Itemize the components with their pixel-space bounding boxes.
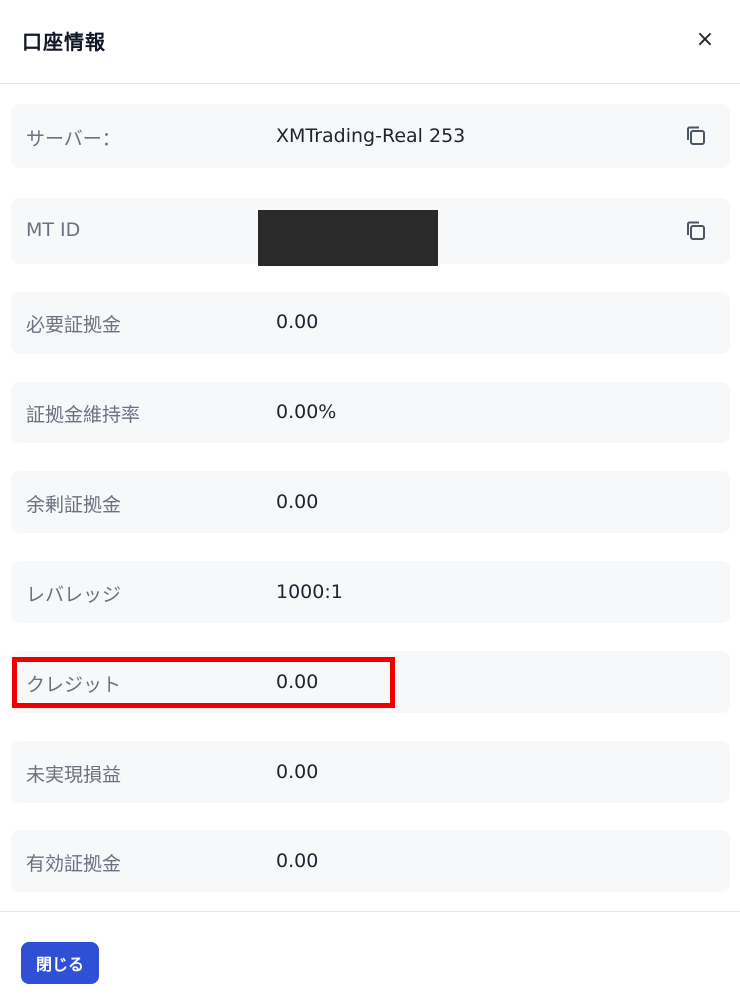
close-button[interactable]: 閉じる (21, 942, 99, 984)
modal-footer: 閉じる (0, 911, 740, 1004)
info-row-margin-level: 証拠金維持率 0.00% (11, 382, 730, 443)
modal-title: 口座情報 (22, 30, 106, 54)
row-value: 1000:1 (276, 581, 343, 603)
row-label: 必要証拠金 (26, 314, 122, 336)
highlight-annotation (12, 657, 395, 708)
info-row-server: サーバー： XMTrading-Real 253 (11, 104, 730, 168)
copy-icon[interactable] (683, 123, 709, 149)
row-label: MT ID (26, 219, 81, 241)
row-label: 証拠金維持率 (26, 404, 141, 426)
close-icon[interactable]: × (690, 24, 720, 54)
row-label: 余剰証拠金 (26, 494, 122, 516)
info-row-equity: 有効証拠金 0.00 (11, 830, 730, 892)
info-row-leverage: レバレッジ 1000:1 (11, 561, 730, 623)
row-label: サーバー： (26, 128, 121, 150)
row-label: 有効証拠金 (26, 853, 122, 875)
row-value: 0.00 (276, 491, 319, 513)
row-value: 0.00% (276, 401, 337, 423)
modal-header: 口座情報 × (0, 0, 740, 84)
info-row-unrealized-pnl: 未実現損益 0.00 (11, 741, 730, 803)
row-value: 0.00 (276, 761, 319, 783)
row-value: 0.00 (276, 311, 319, 333)
info-row-mt-id: MT ID (11, 198, 730, 266)
row-label: レバレッジ (26, 584, 122, 606)
server-value: XMTrading-Real 253 (276, 125, 466, 147)
row-label: 未実現損益 (26, 764, 122, 786)
row-value: 0.00 (276, 850, 319, 872)
copy-icon[interactable] (683, 218, 709, 244)
info-row-required-margin: 必要証拠金 0.00 (11, 292, 730, 354)
redacted-mt-id (258, 210, 438, 266)
info-row-free-margin: 余剰証拠金 0.00 (11, 471, 730, 533)
